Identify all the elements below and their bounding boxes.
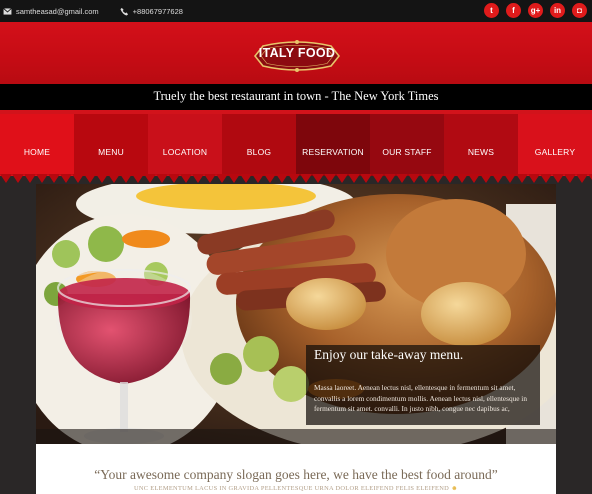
nav-item-news[interactable]: NEWS: [444, 114, 518, 176]
slogan-subtitle-text: UNC ELEMENTUM LACUS IN GRAVIDA PELLENTES…: [133, 485, 450, 492]
slogan-title: “Your awesome company slogan goes here, …: [94, 467, 498, 482]
phone-text[interactable]: +88067977628: [133, 7, 183, 16]
google-plus-icon[interactable]: g+: [528, 3, 543, 18]
linkedin-icon[interactable]: in: [550, 3, 565, 18]
instagram-icon[interactable]: ◘: [572, 3, 587, 18]
phone-icon: [120, 7, 128, 16]
zigzag-shape: [0, 174, 592, 183]
slogan-subtitle: UNC ELEMENTUM LACUS IN GRAVIDA PELLENTES…: [36, 485, 556, 492]
main-nav: HOME MENU LOCATION BLOG RESERVATION OUR …: [0, 114, 592, 176]
social-links: t f g+ in ◘: [484, 3, 587, 18]
hero-caption-title: Enjoy our take-away menu.: [314, 347, 464, 362]
nav-item-our-staff[interactable]: OUR STAFF: [370, 114, 444, 176]
logo-text: ITALY FOOD: [258, 46, 336, 60]
email-contact[interactable]: samtheasad@gmail.com: [3, 7, 99, 16]
nav-zigzag-edge: [0, 174, 592, 183]
nav-item-gallery[interactable]: GALLERY: [518, 114, 592, 176]
nav-item-reservation[interactable]: RESERVATION: [296, 114, 370, 176]
site-logo[interactable]: ITALY FOOD: [253, 40, 341, 72]
site-header: ITALY FOOD: [0, 22, 592, 84]
email-text[interactable]: samtheasad@gmail.com: [16, 7, 99, 16]
phone-contact[interactable]: +88067977628: [120, 7, 183, 16]
smiley-icon: ☻: [450, 485, 459, 492]
twitter-icon[interactable]: t: [484, 3, 499, 18]
facebook-icon[interactable]: f: [506, 3, 521, 18]
nav-item-location[interactable]: LOCATION: [148, 114, 222, 176]
top-bar: samtheasad@gmail.com +88067977628 t f g+…: [0, 0, 592, 22]
nav-item-home[interactable]: HOME: [0, 114, 74, 176]
envelope-icon: [3, 7, 12, 15]
tagline: Truely the best restaurant in town - The…: [0, 84, 592, 110]
nav-item-menu[interactable]: MENU: [74, 114, 148, 176]
hero-caption-text: Massa laoreet. Aenean lectus nisl, ellen…: [314, 383, 527, 413]
nav-item-blog[interactable]: BLOG: [222, 114, 296, 176]
